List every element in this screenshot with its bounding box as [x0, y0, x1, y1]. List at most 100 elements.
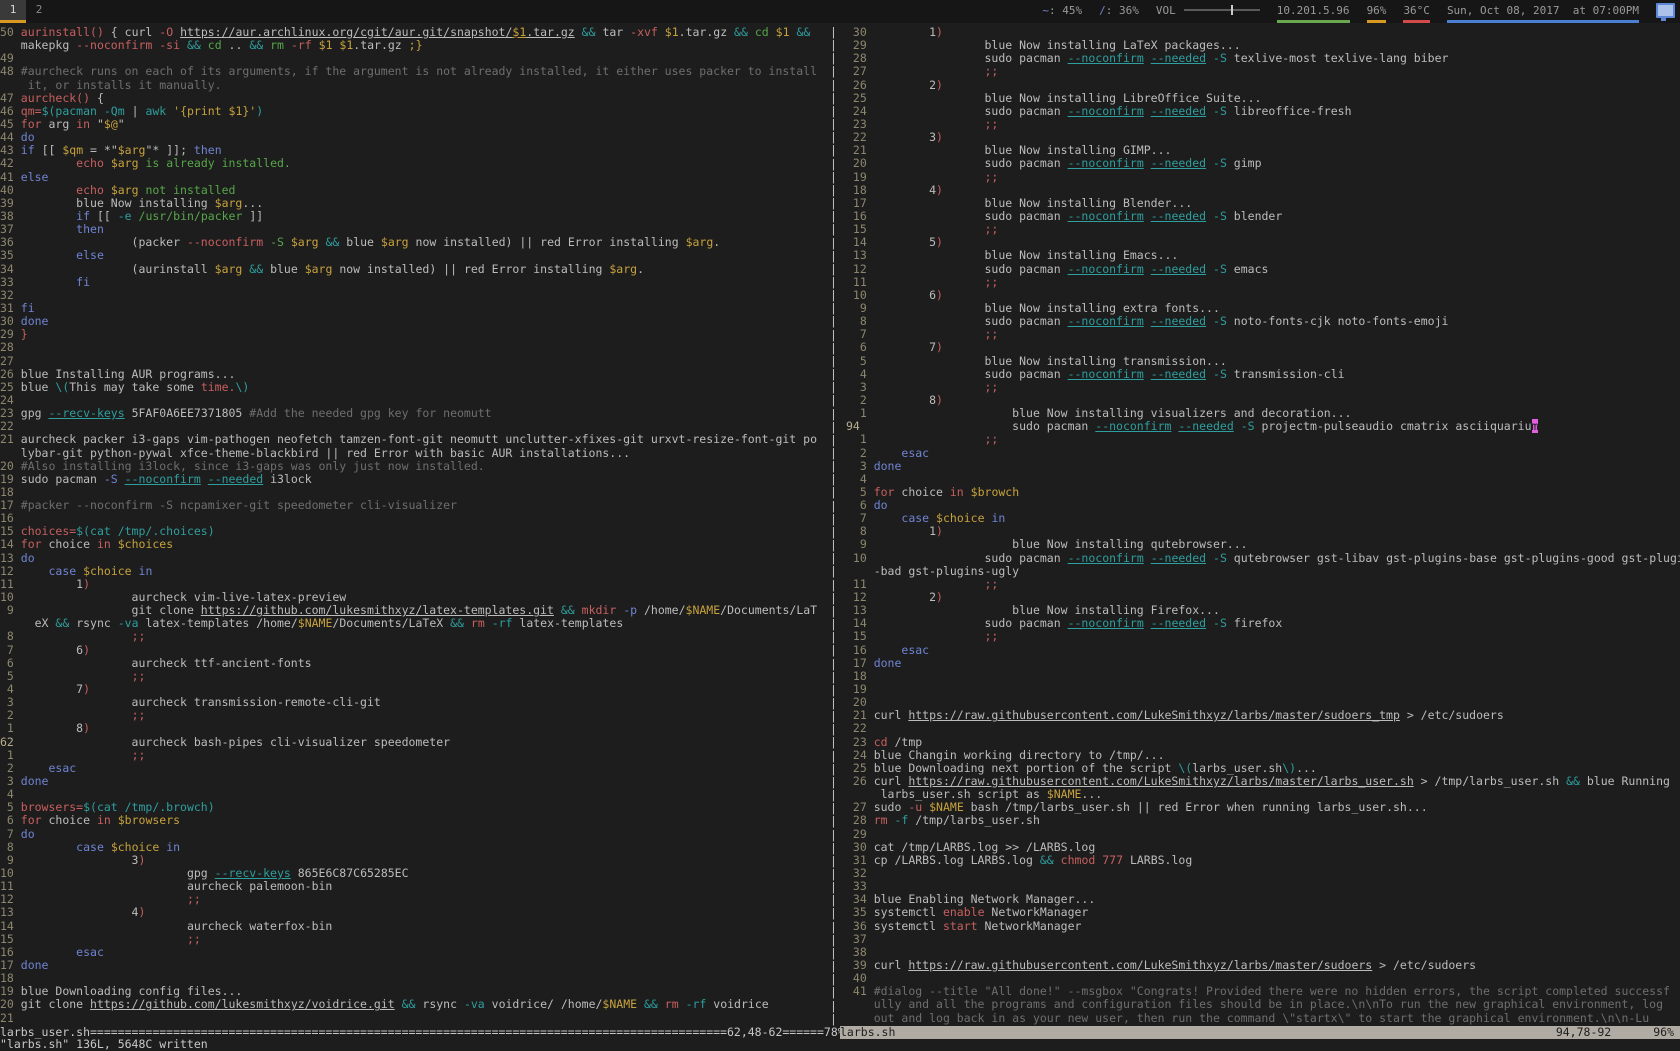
code-row[interactable]: 46 qm=$(pacman -Qm | awk '{print $1}'): [0, 105, 832, 118]
code-row[interactable]: 15 ;;: [0, 933, 832, 946]
display-icon[interactable]: [1656, 3, 1675, 18]
code-row[interactable]: 7 ;;: [846, 328, 1680, 341]
code-row[interactable]: 22: [846, 722, 1680, 735]
code-token: \): [1282, 761, 1296, 775]
code-row[interactable]: 21: [0, 1012, 832, 1025]
code-row[interactable]: 25 blue \(This may take some time.\): [0, 381, 832, 394]
code-row[interactable]: makepkg --noconfirm -si && cd .. && rm -…: [0, 39, 832, 52]
code-row[interactable]: 5 ;;: [0, 670, 832, 683]
code-token: qm=: [21, 104, 42, 118]
code-row[interactable]: 18: [846, 670, 1680, 683]
code-row[interactable]: 1 ;;: [0, 749, 832, 762]
line-number: 15: [846, 222, 874, 236]
code-row[interactable]: 3 done: [846, 460, 1680, 473]
code-row[interactable]: 19: [846, 683, 1680, 696]
code-row[interactable]: 2 esac: [846, 447, 1680, 460]
code-token: /tmp/larbs_user.sh: [908, 813, 1040, 827]
code-row[interactable]: 23 ;;: [846, 118, 1680, 131]
code-row[interactable]: 6 for choice in $browsers: [0, 814, 832, 827]
line-number: 22: [0, 419, 21, 433]
code-token: &&: [187, 38, 201, 52]
code-row[interactable]: 20 git clone https://github.com/lukesmit…: [0, 998, 832, 1011]
code-row[interactable]: 19 ;;: [846, 171, 1680, 184]
code-row[interactable]: 42 echo $arg is already installed.: [0, 157, 832, 170]
line-number: 19: [0, 984, 21, 998]
code-row[interactable]: 32: [846, 867, 1680, 880]
code-row[interactable]: 31 fi: [0, 302, 832, 315]
code-row[interactable]: 2 ;;: [0, 709, 832, 722]
code-token: in: [991, 511, 1005, 525]
workspace-1[interactable]: 1: [0, 0, 26, 23]
code-row[interactable]: 23 gpg --recv-keys 5FAF0A6EE7371805 #Add…: [0, 407, 832, 420]
code-token: [874, 446, 902, 460]
code-row[interactable]: 11 ;;: [846, 276, 1680, 289]
code-token: --noconfirm: [1068, 616, 1144, 630]
line-number: 18: [0, 971, 21, 985]
code-token: aurinstall(): [21, 26, 104, 39]
right-pane-larbs-sh[interactable]: 30 1) 29 blue Now installing LaTeX packa…: [846, 26, 1680, 1026]
code-row[interactable]: 38 if [[ -e /usr/bin/packer ]]: [0, 210, 832, 223]
line-number: 28: [0, 340, 21, 354]
code-row[interactable]: 14 for choice in $choices: [0, 538, 832, 551]
code-token: -rf: [291, 38, 312, 52]
vim-editor[interactable]: 50 aurinstall() { curl -O https://aur.ar…: [0, 26, 1680, 1026]
code-row[interactable]: 37: [846, 933, 1680, 946]
vertical-split-separator[interactable]: | | | | | | | | | | | | | | | | | | | | …: [830, 26, 837, 1026]
code-token: ully and all the programs and configurat…: [874, 997, 1663, 1011]
code-row[interactable]: 29 }: [0, 328, 832, 341]
code-row[interactable]: 30 done: [0, 315, 832, 328]
code-token: [1206, 51, 1213, 65]
code-row[interactable]: out and log back in as your new user, th…: [846, 1012, 1680, 1025]
code-token: $arg: [609, 262, 637, 276]
line-number: 47: [0, 91, 21, 105]
code-row[interactable]: 33 fi: [0, 276, 832, 289]
code-row[interactable]: 17 done: [846, 657, 1680, 670]
code-token: --needed: [1151, 551, 1206, 565]
code-row[interactable]: 28: [0, 341, 832, 354]
code-token: [1206, 367, 1213, 381]
volume-slider-knob[interactable]: [1231, 5, 1233, 15]
code-row[interactable]: 31 cp /LARBS.log LARBS.log && chmod 777 …: [846, 854, 1680, 867]
line-number: 14: [0, 919, 21, 933]
line-number: 2: [846, 446, 874, 460]
code-token: [1144, 209, 1151, 223]
code-token: -S: [1213, 262, 1227, 276]
workspace-2[interactable]: 2: [26, 0, 52, 23]
code-row[interactable]: 11 ;;: [846, 578, 1680, 591]
code-row[interactable]: 15 ;;: [846, 223, 1680, 236]
code-row[interactable]: 16 esac: [0, 946, 832, 959]
volume-module: VOL: [1156, 0, 1260, 23]
code-token: aurcheck(): [21, 91, 90, 105]
code-row[interactable]: 32: [0, 289, 832, 302]
code-row[interactable]: 28 rm -f /tmp/larbs_user.sh: [846, 814, 1680, 827]
code-row[interactable]: 5 for choice in $browch: [846, 486, 1680, 499]
code-row[interactable]: 12 case $choice in: [0, 565, 832, 578]
code-token: sudo pacman: [874, 616, 1068, 630]
left-pane-larbs-user-sh[interactable]: 50 aurinstall() { curl -O https://aur.ar…: [0, 26, 832, 1026]
line-number: 3: [846, 459, 874, 473]
code-row[interactable]: it, or installs it manually.: [0, 79, 832, 92]
code-row[interactable]: 34 (aurinstall $arg && blue $arg now ins…: [0, 263, 832, 276]
code-row[interactable]: 45 for arg in "$@": [0, 118, 832, 131]
code-row[interactable]: 36 systemctl start NetworkManager: [846, 920, 1680, 933]
line-number: 28: [846, 51, 874, 65]
code-token: cat /tmp/LARBS.log >> /LARBS.log: [874, 840, 1096, 854]
code-row[interactable]: 8 ;;: [0, 630, 832, 643]
code-row[interactable]: 3 ;;: [846, 381, 1680, 394]
volume-slider[interactable]: [1184, 9, 1260, 11]
code-row[interactable]: 7 case $choice in: [846, 512, 1680, 525]
code-token: &&: [1040, 853, 1054, 867]
code-row[interactable]: 3 done: [0, 775, 832, 788]
code-row[interactable]: 17 done: [0, 959, 832, 972]
code-row[interactable]: 19 sudo pacman -S --noconfirm --needed i…: [0, 473, 832, 486]
code-token: [874, 511, 902, 525]
code-row[interactable]: 39 curl https://raw.githubusercontent.co…: [846, 959, 1680, 972]
code-row[interactable]: 27 ;;: [846, 65, 1680, 78]
code-row[interactable]: 1 ;;: [846, 433, 1680, 446]
code-row[interactable]: 16 esac: [846, 644, 1680, 657]
code-row[interactable]: 21 curl https://raw.githubusercontent.co…: [846, 709, 1680, 722]
code-row[interactable]: 17 #packer --noconfirm -S ncpamixer-git …: [0, 499, 832, 512]
code-row[interactable]: 15 ;;: [846, 630, 1680, 643]
code-row[interactable]: 2 esac: [0, 762, 832, 775]
code-row[interactable]: 36 (packer --noconfirm -S $arg && blue $…: [0, 236, 832, 249]
